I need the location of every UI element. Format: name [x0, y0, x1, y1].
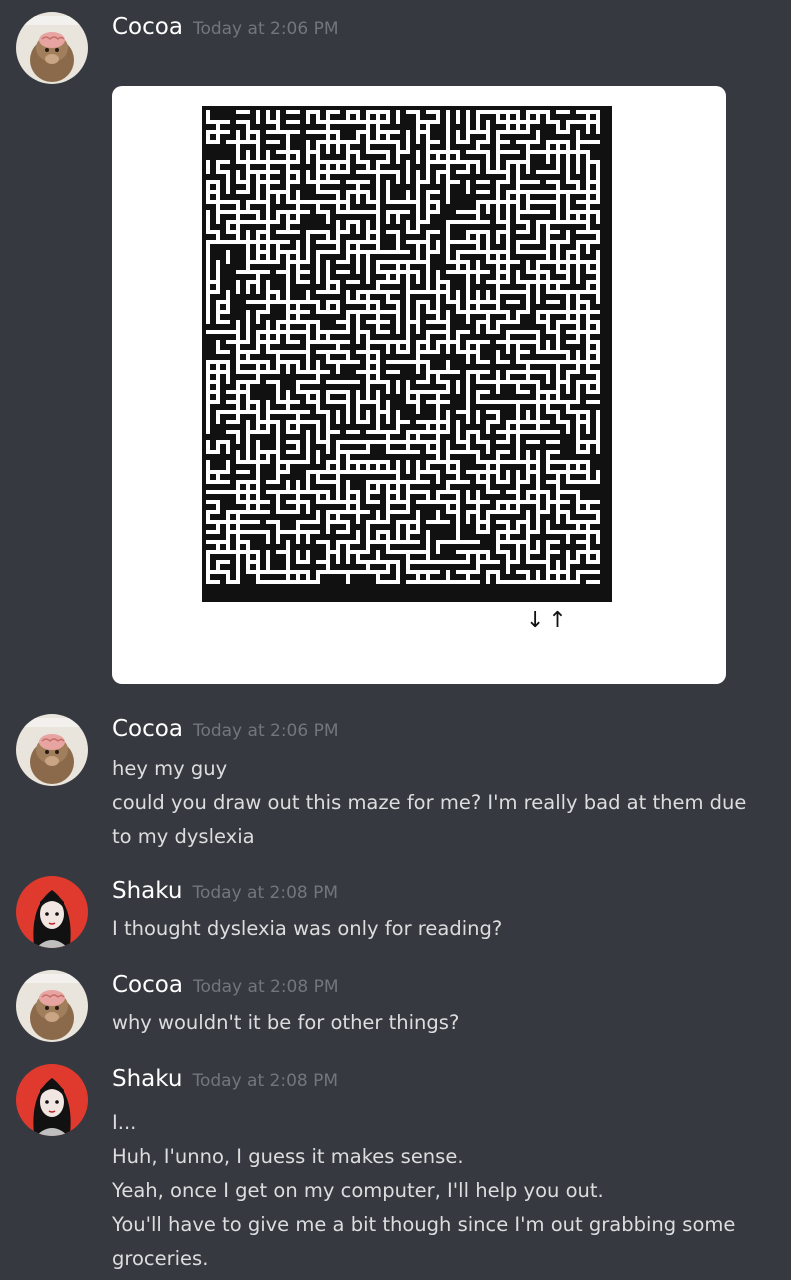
message-line: why wouldn't it be for other things?	[112, 1011, 460, 1034]
message-header: Shaku Today at 2:08 PM	[112, 1066, 338, 1092]
message-line: could you draw out this maze for me? I'm…	[112, 791, 747, 848]
timestamp: Today at 2:08 PM	[192, 1071, 339, 1091]
message-body: hey my guy could you draw out this maze …	[112, 752, 772, 854]
message-line: hey my guy	[112, 757, 228, 780]
username[interactable]: Cocoa	[112, 716, 183, 742]
timestamp: Today at 2:06 PM	[192, 19, 339, 39]
username[interactable]: Shaku	[112, 878, 182, 904]
maze-entry-exit-arrows: ↓↑	[526, 608, 571, 633]
message-line: I...	[112, 1111, 137, 1134]
message-header: Cocoa Today at 2:06 PM	[112, 14, 339, 40]
maze-image	[202, 106, 612, 602]
message-body: why wouldn't it be for other things?	[112, 1006, 772, 1040]
username[interactable]: Shaku	[112, 1066, 182, 1092]
username[interactable]: Cocoa	[112, 972, 183, 998]
monkey-avatar[interactable]	[16, 12, 88, 84]
message-header: Cocoa Today at 2:08 PM	[112, 972, 339, 998]
message-body: I thought dyslexia was only for reading?	[112, 912, 772, 946]
message-line: Huh, I'unno, I guess it makes sense.	[112, 1145, 464, 1168]
message-line: I thought dyslexia was only for reading?	[112, 917, 503, 940]
timestamp: Today at 2:08 PM	[192, 883, 339, 903]
anime-avatar[interactable]	[16, 1064, 88, 1136]
timestamp: Today at 2:08 PM	[192, 977, 339, 997]
message-line: Yeah, once I get on my computer, I'll he…	[112, 1179, 604, 1202]
message-body: I... Huh, I'unno, I guess it makes sense…	[112, 1106, 772, 1276]
message-header: Cocoa Today at 2:06 PM	[112, 716, 339, 742]
message-line: You'll have to give me a bit though sinc…	[112, 1213, 736, 1270]
message-header: Shaku Today at 2:08 PM	[112, 878, 338, 904]
monkey-avatar[interactable]	[16, 970, 88, 1042]
anime-avatar[interactable]	[16, 876, 88, 948]
maze-image-attachment[interactable]: ↓↑	[112, 86, 726, 684]
timestamp: Today at 2:06 PM	[192, 721, 339, 741]
username[interactable]: Cocoa	[112, 14, 183, 40]
monkey-avatar[interactable]	[16, 714, 88, 786]
